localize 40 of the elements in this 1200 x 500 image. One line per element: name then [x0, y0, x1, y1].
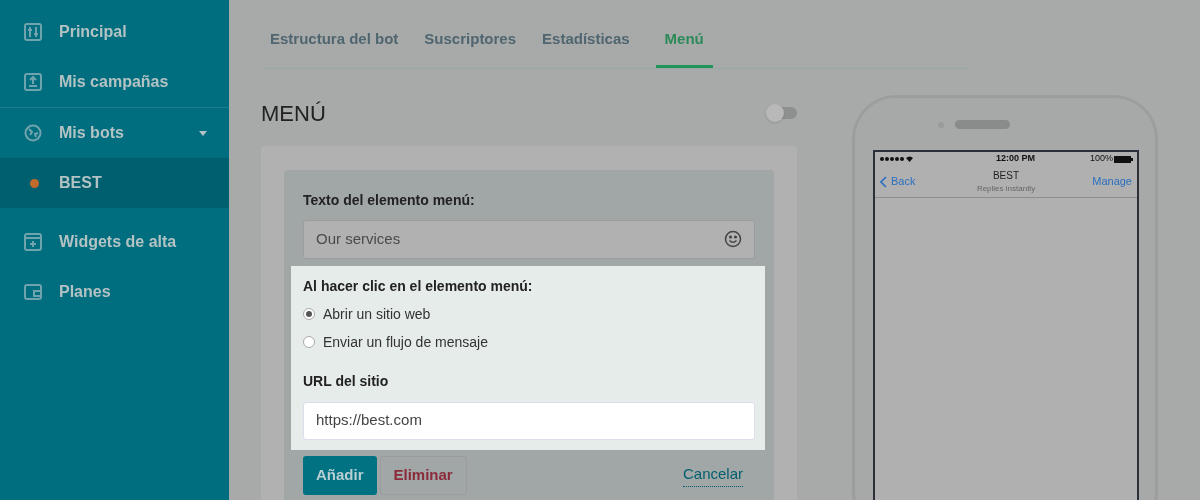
sidebar-item[interactable]: Mis campañas: [0, 57, 229, 107]
widget-icon: [24, 233, 42, 251]
battery-icon: [1114, 155, 1133, 163]
status-time: 12:00 PM: [995, 152, 1035, 166]
add-button[interactable]: Añadir: [303, 455, 377, 495]
battery-level: 100%: [1089, 152, 1113, 166]
signal-icon: [879, 156, 913, 162]
url-field[interactable]: https://best.com: [303, 401, 755, 440]
delete-button[interactable]: Eliminar: [379, 455, 467, 495]
page-title: MENÚ: [261, 99, 326, 128]
toggle-switch[interactable]: [767, 107, 797, 119]
field-label: URL del sitio: [303, 371, 390, 391]
sliders-icon: [24, 23, 42, 41]
emoji-icon[interactable]: [724, 230, 742, 248]
tab[interactable]: Estadísticas: [542, 28, 630, 68]
wallet-icon: [24, 283, 42, 301]
radio-option[interactable]: Abrir un sitio web: [303, 303, 755, 325]
sidebar-item[interactable]: Mis bots: [0, 108, 229, 158]
input-field[interactable]: Our services: [303, 219, 755, 259]
sidebar-item[interactable]: Widgets de alta: [0, 217, 229, 267]
tab[interactable]: Suscriptores: [424, 28, 517, 68]
sidebar-subitem[interactable]: BEST: [0, 158, 229, 208]
sidebar-item[interactable]: Principal: [0, 7, 229, 57]
chat-title: BEST: [992, 169, 1020, 183]
cancel-link[interactable]: Cancelar: [682, 463, 743, 487]
field-label: Al hacer clic en el elemento menú:: [303, 276, 534, 296]
radio-button[interactable]: [303, 308, 315, 320]
chat-subtitle: Replies instantly: [976, 183, 1036, 195]
field-label: Texto del elemento menú:: [303, 190, 476, 210]
upload-icon: [24, 73, 42, 91]
tab[interactable]: Estructura del bot: [270, 28, 399, 68]
radio-option[interactable]: Enviar un flujo de mensaje: [303, 331, 755, 353]
radio-button[interactable]: [303, 336, 315, 348]
speaker-grille: [955, 120, 1010, 129]
sidebar-item[interactable]: Planes: [0, 267, 229, 317]
back-link[interactable]: Back: [891, 173, 916, 190]
manage-link[interactable]: Manage: [1072, 173, 1132, 190]
globe-icon: [24, 124, 42, 142]
tab[interactable]: Menú: [655, 28, 713, 68]
back-icon[interactable]: [880, 175, 887, 188]
